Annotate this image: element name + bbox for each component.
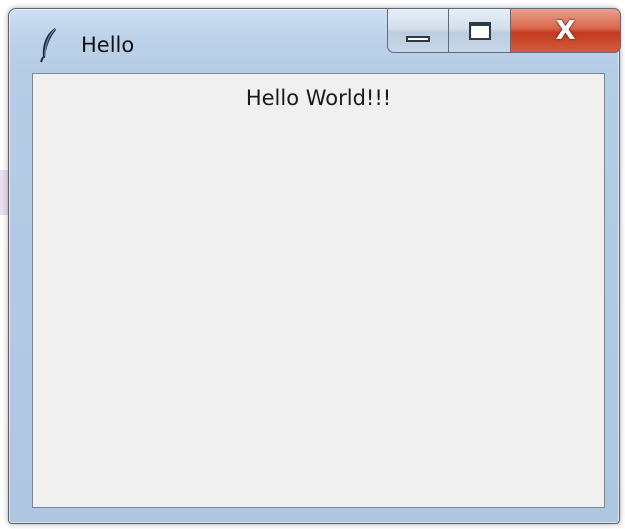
close-button[interactable]: X [511, 8, 621, 53]
minimize-icon [406, 35, 430, 42]
close-icon: X [555, 15, 576, 46]
maximize-icon [468, 21, 491, 40]
minimize-button[interactable] [387, 8, 449, 53]
title-bar[interactable]: Hello X [9, 8, 621, 71]
feather-icon[interactable] [39, 27, 59, 63]
client-area: Hello World!!! [32, 73, 605, 508]
app-window: Hello X Hello World!!! [8, 8, 621, 524]
caption-buttons: X [387, 8, 621, 54]
window-title: Hello [81, 33, 135, 57]
hello-label: Hello World!!! [245, 86, 392, 110]
maximize-button[interactable] [449, 8, 511, 53]
